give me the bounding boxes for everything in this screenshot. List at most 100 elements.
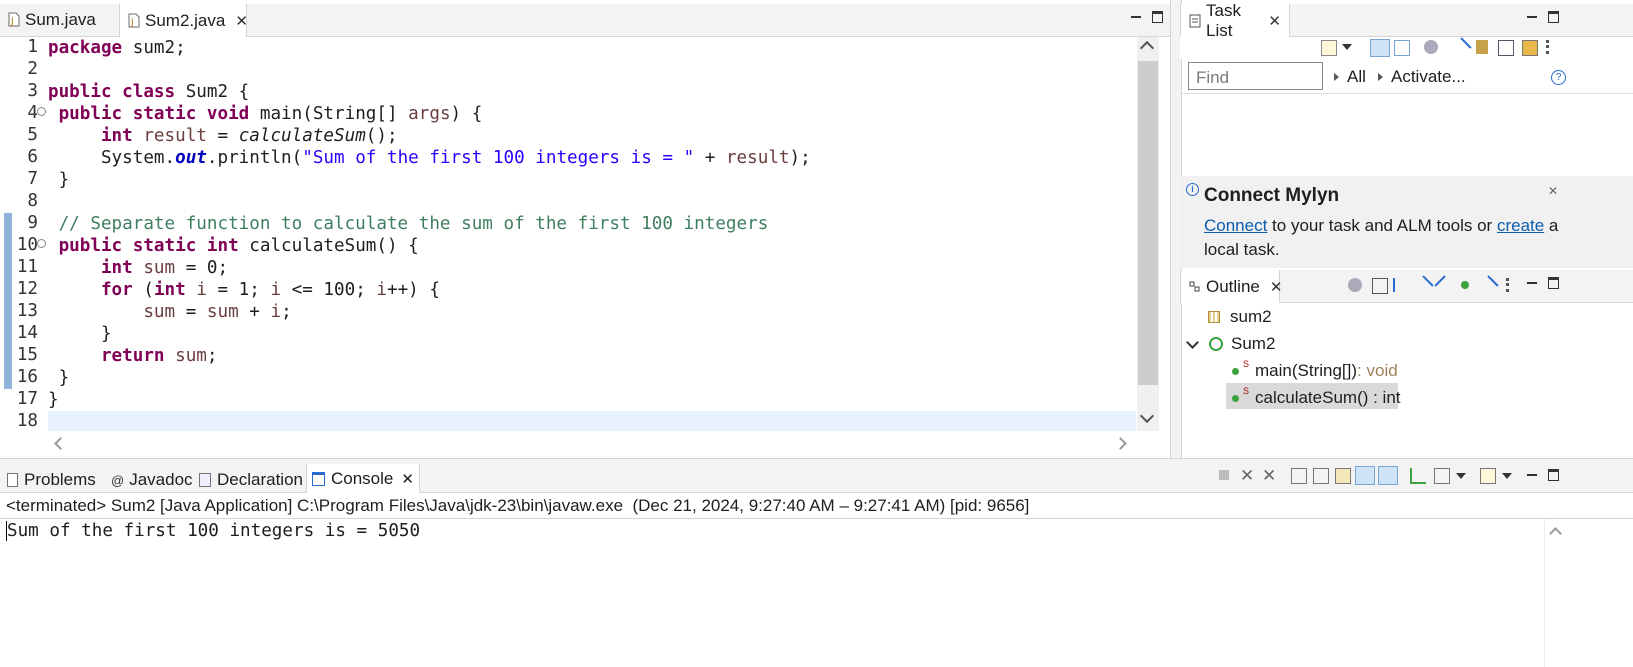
close-icon[interactable]: ✕ (1270, 278, 1283, 296)
minimize-icon[interactable] (1130, 10, 1142, 22)
maximize-icon[interactable] (1152, 11, 1163, 23)
remove-all-icon[interactable]: ✕ (1262, 466, 1276, 485)
chevron-down-icon[interactable] (1186, 335, 1199, 349)
tab-outline[interactable]: Outline ✕ (1180, 270, 1283, 303)
console-vertical-scrollbar[interactable] (1544, 519, 1567, 667)
outline-icon (1189, 279, 1201, 294)
line-number: 4 (27, 103, 38, 123)
close-icon[interactable]: ✕ (401, 470, 414, 488)
collapse-all-icon[interactable] (1498, 40, 1514, 56)
scroll-up-icon[interactable] (1139, 40, 1155, 56)
new-console-icon[interactable] (1480, 468, 1496, 484)
triangle-right-icon (1334, 73, 1339, 81)
console-output-line: Sum of the first 100 integers is = 5050 (6, 521, 421, 541)
focus-icon[interactable] (1476, 40, 1488, 54)
sort-icon[interactable] (1393, 278, 1409, 292)
scroll-up-icon[interactable] (1549, 527, 1562, 540)
tab-javadoc[interactable]: @ Javadoc (106, 464, 198, 496)
minimize-icon[interactable] (1526, 276, 1538, 288)
close-icon[interactable]: ✕ (235, 12, 248, 30)
collapse-all-icon[interactable] (1372, 278, 1388, 294)
editor-vertical-scrollbar[interactable] (1137, 37, 1159, 431)
categorized-view-icon[interactable] (1370, 39, 1390, 57)
connect-link[interactable]: Connect (1204, 216, 1267, 235)
code-line: return sum; (100, 346, 218, 366)
clear-console-icon[interactable] (1291, 468, 1307, 484)
console-output[interactable]: Sum of the first 100 integers is = 5050 (0, 519, 1544, 667)
tab-declaration[interactable]: Declaration (194, 464, 308, 496)
view-menu-icon[interactable] (1546, 40, 1552, 54)
view-menu-icon[interactable] (1506, 278, 1512, 292)
new-task-icon[interactable] (1321, 40, 1337, 56)
code-line: } (58, 170, 70, 190)
create-link[interactable]: create (1497, 216, 1544, 235)
hide-local-types-icon[interactable] (1477, 275, 1499, 297)
mylyn-panel: i Connect Mylyn ✕ Connect to your task a… (1180, 176, 1633, 268)
tab-console[interactable]: Console ✕ (306, 464, 420, 493)
class-icon (1209, 337, 1223, 351)
maximize-icon[interactable] (1548, 11, 1559, 23)
line-number: 10 (16, 235, 38, 255)
fold-collapse-icon[interactable] (37, 107, 46, 116)
scheduled-view-icon[interactable] (1394, 40, 1410, 56)
tab-problems[interactable]: Problems (2, 464, 101, 496)
public-method-icon (1232, 394, 1239, 402)
task-list-separator (1180, 93, 1633, 94)
outline-package[interactable]: sum2 (1208, 307, 1272, 327)
outline-class[interactable]: Sum2 (1186, 334, 1275, 354)
code-line: int result = calculateSum(); (100, 126, 398, 146)
problems-icon (7, 473, 18, 487)
mylyn-close-icon[interactable]: ✕ (1548, 184, 1558, 198)
minimize-icon[interactable] (1526, 10, 1538, 22)
dropdown-arrow-icon[interactable] (1342, 44, 1352, 50)
tab-sum-java[interactable]: J Sum.java (0, 4, 118, 35)
scroll-lock-icon[interactable] (1313, 468, 1329, 484)
find-placeholder: Find (1196, 68, 1230, 87)
outline-method-calculatesum[interactable]: S calculateSum() : int (1232, 386, 1401, 408)
pin-console-icon[interactable] (1410, 468, 1426, 484)
scrollbar-thumb[interactable] (1138, 61, 1158, 385)
hide-nonpublic-icon[interactable] (1434, 275, 1456, 297)
editor-horizontal-scrollbar[interactable] (44, 432, 1137, 454)
synchronize-icon[interactable] (1424, 40, 1438, 54)
dropdown-arrow-icon[interactable] (1456, 473, 1466, 479)
minimize-icon[interactable] (1526, 468, 1538, 480)
show-stdout-icon[interactable] (1355, 466, 1375, 485)
close-icon[interactable]: ✕ (1268, 12, 1281, 30)
dropdown-arrow-icon[interactable] (1502, 473, 1512, 479)
hide-fields-icon[interactable] (1348, 278, 1362, 292)
scroll-left-icon[interactable] (54, 437, 67, 450)
code-line: System.out.println("Sum of the first 100… (100, 148, 811, 168)
display-console-icon[interactable] (1434, 468, 1450, 484)
line-number: 11 (16, 257, 38, 277)
show-stderr-icon[interactable] (1378, 466, 1398, 485)
hide-static-icon[interactable] (1412, 275, 1434, 297)
maximize-icon[interactable] (1548, 469, 1559, 481)
line-number: 18 (16, 411, 38, 431)
info-icon: i (1186, 183, 1199, 196)
scroll-down-icon[interactable] (1139, 408, 1155, 424)
task-find-input[interactable]: Find (1188, 62, 1323, 90)
outline-method-main[interactable]: S main(String[]) : void (1232, 359, 1398, 381)
code-line: sum = sum + i; (143, 302, 292, 322)
tab-sum2-java[interactable]: J Sum2.java ✕ (119, 4, 248, 37)
hide-completed-icon[interactable] (1450, 37, 1472, 59)
code-editor[interactable]: package sum2; public class Sum2 { public… (48, 37, 1136, 431)
javadoc-icon: @ (111, 472, 125, 488)
code-line: public static void main(String[] args) { (58, 104, 483, 124)
svg-text:J: J (10, 17, 14, 27)
link-icon[interactable] (1522, 40, 1538, 56)
fold-collapse-icon[interactable] (37, 239, 46, 248)
public-filter-icon[interactable] (1461, 281, 1469, 289)
word-wrap-icon[interactable] (1335, 468, 1351, 484)
help-icon[interactable]: ? (1551, 70, 1566, 85)
maximize-icon[interactable] (1548, 277, 1559, 289)
terminate-icon[interactable] (1219, 470, 1229, 480)
scroll-right-icon[interactable] (1114, 437, 1127, 450)
tab-label: Task List (1206, 0, 1241, 40)
filter-all-link[interactable]: All (1334, 67, 1366, 87)
activate-task-link[interactable]: Activate... (1378, 67, 1466, 87)
tab-task-list[interactable]: Task List ✕ (1180, 1, 1290, 40)
console-tab-bar: Problems @ Javadoc Declaration Console ✕… (0, 464, 1633, 493)
remove-launch-icon[interactable]: ✕ (1240, 466, 1254, 485)
